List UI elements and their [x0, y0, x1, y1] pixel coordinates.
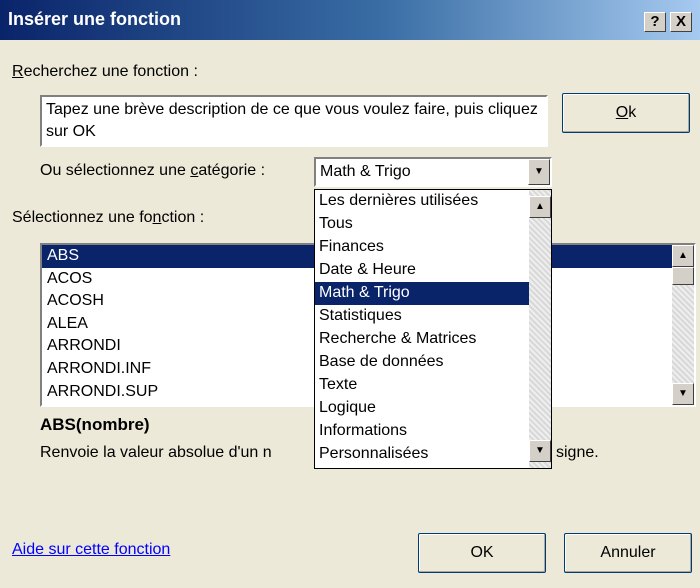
close-icon[interactable]: X	[670, 12, 692, 32]
category-dropdown: Les dernières utilisées Tous Finances Date …	[314, 189, 552, 469]
search-label: Recherchez une fonction :	[12, 63, 198, 80]
category-option[interactable]: Finances	[315, 236, 529, 259]
scroll-up-icon[interactable]: ▲	[529, 196, 551, 218]
category-option[interactable]: Informations	[315, 420, 529, 443]
scroll-down-icon[interactable]: ▼	[529, 440, 551, 462]
category-option[interactable]: Tous	[315, 213, 529, 236]
function-description-left: Renvoie la valeur absolue d'un n	[40, 444, 272, 461]
ok-button[interactable]: OK	[418, 533, 546, 573]
function-list-scrollbar[interactable]: ▲ ▼	[672, 245, 694, 405]
category-dropdown-scrollbar[interactable]: ▲ ▼	[529, 190, 551, 468]
category-selected-value: Math & Trigo	[320, 163, 411, 180]
scroll-up-icon[interactable]: ▲	[672, 245, 694, 267]
chevron-down-icon[interactable]: ▼	[528, 159, 550, 185]
function-signature: ABS(nombre)	[40, 415, 150, 434]
scroll-thumb[interactable]	[672, 267, 694, 285]
category-option[interactable]: Les dernières utilisées	[315, 190, 529, 213]
function-description-right: signe.	[556, 444, 599, 461]
category-option[interactable]: Logique	[315, 397, 529, 420]
category-option[interactable]: Base de données	[315, 351, 529, 374]
help-icon[interactable]: ?	[644, 12, 666, 32]
cancel-button[interactable]: Annuler	[564, 533, 692, 573]
function-list-label: Sélectionnez une fonction :	[12, 209, 205, 226]
dialog-title: Insérer une fonction	[8, 9, 182, 29]
category-option[interactable]: Texte	[315, 374, 529, 397]
category-option[interactable]: Recherche & Matrices	[315, 328, 529, 351]
category-options: Les dernières utilisées Tous Finances Date …	[315, 190, 551, 466]
category-label: Ou sélectionnez une catégorie :	[40, 162, 266, 179]
category-option[interactable]: Personnalisées	[315, 443, 529, 466]
search-description-input[interactable]: Tapez une brève description de ce que vo…	[40, 95, 548, 147]
scroll-down-icon[interactable]: ▼	[672, 383, 694, 405]
category-select[interactable]: Math & Trigo ▼	[314, 157, 552, 187]
help-link[interactable]: Aide sur cette fonction	[12, 541, 170, 559]
title-bar: Insérer une fonction ? X	[0, 0, 700, 40]
category-option[interactable]: Date & Heure	[315, 259, 529, 282]
category-option[interactable]: Statistiques	[315, 305, 529, 328]
insert-function-dialog: Insérer une fonction ? X Recherchez une …	[0, 0, 700, 588]
category-option[interactable]: Math & Trigo	[315, 282, 529, 305]
search-ok-button[interactable]: Ok	[562, 93, 690, 133]
